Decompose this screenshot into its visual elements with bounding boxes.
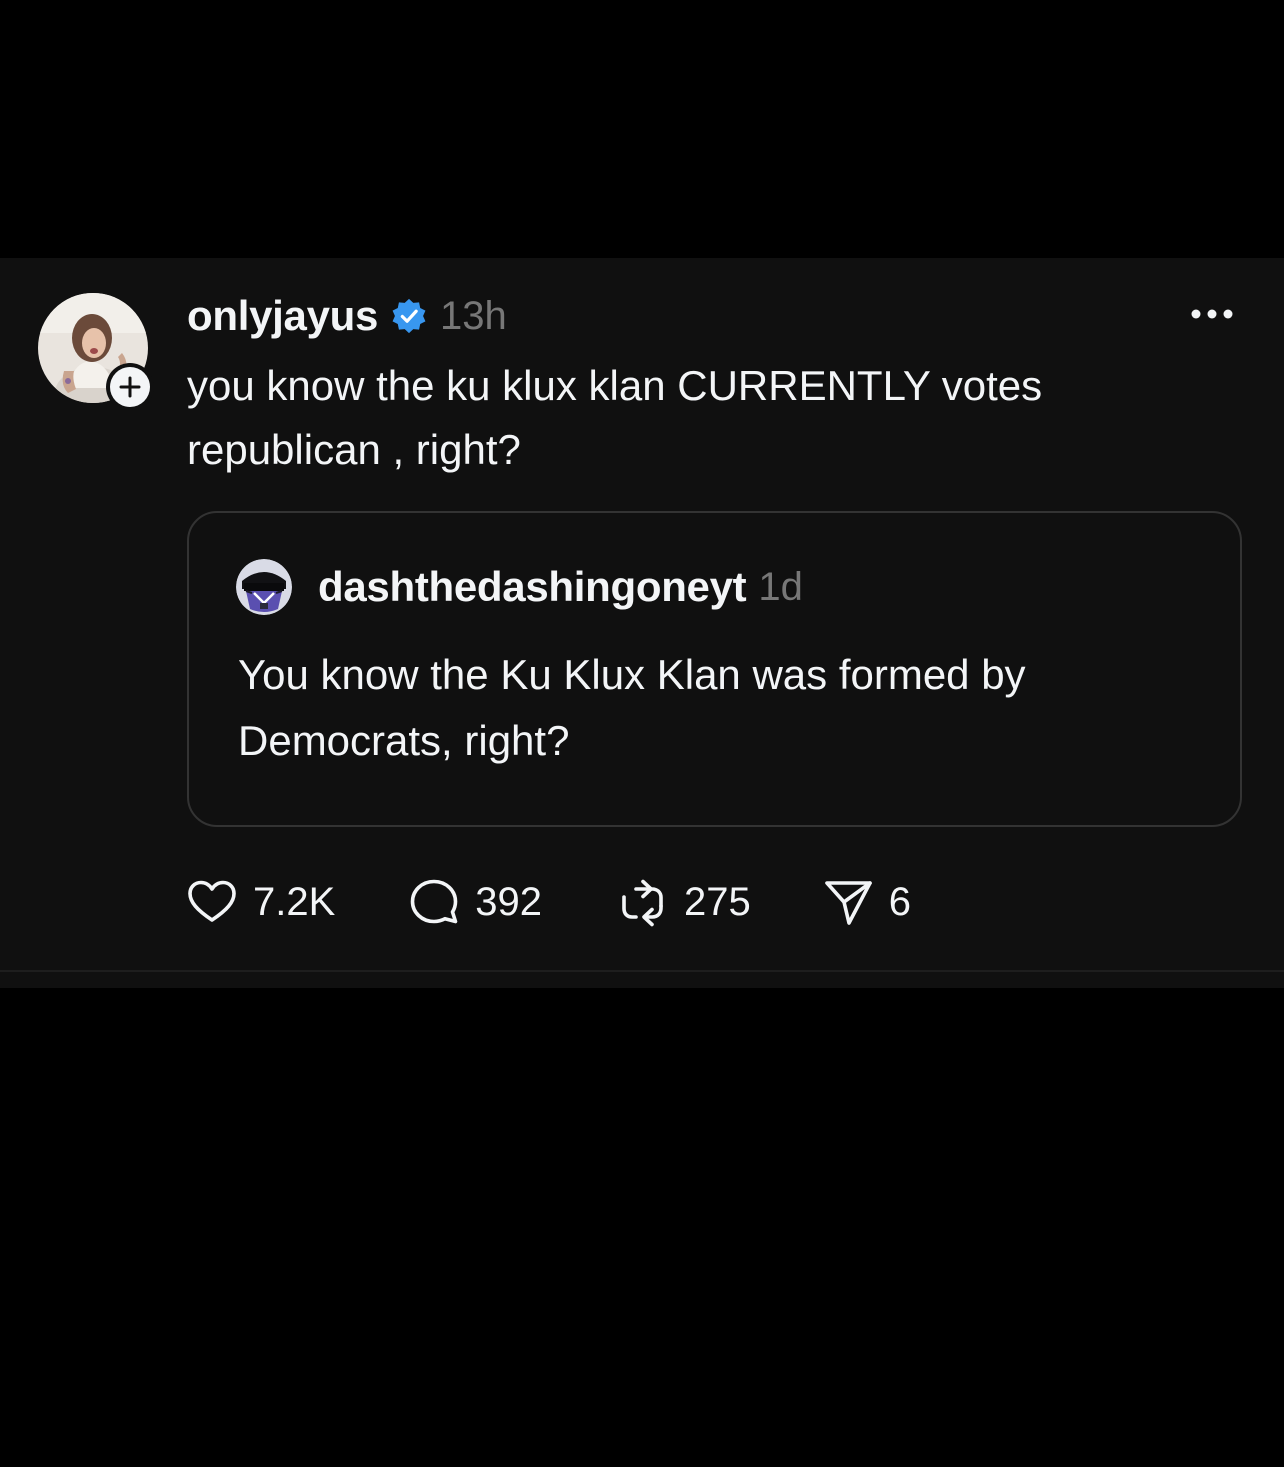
- plus-icon: [119, 376, 141, 398]
- share-button[interactable]: 6: [821, 875, 911, 929]
- quoted-avatar[interactable]: [236, 559, 292, 615]
- verified-badge-icon: [392, 298, 426, 334]
- author-avatar-container[interactable]: [38, 293, 154, 411]
- action-bar: 7.2K 392 275 6: [185, 872, 911, 932]
- repost-icon: [622, 879, 663, 927]
- author-username[interactable]: onlyjayus: [187, 292, 378, 340]
- comment-bubble-icon: [410, 879, 458, 924]
- repost-count: 275: [684, 879, 751, 924]
- post-header: onlyjayus 13h: [187, 286, 507, 346]
- quoted-post-card[interactable]: dashthedashingoneyt 1d You know the Ku K…: [187, 511, 1242, 827]
- more-options-icon[interactable]: [1188, 304, 1236, 324]
- comment-count: 392: [475, 879, 543, 924]
- follow-badge: [110, 367, 150, 407]
- heart-icon: [188, 880, 236, 922]
- quoted-username[interactable]: dashthedashingoneyt: [318, 563, 747, 611]
- send-icon: [824, 881, 872, 925]
- quoted-timestamp: 1d: [758, 564, 803, 609]
- share-count: 6: [888, 879, 912, 924]
- comment-button[interactable]: 392: [407, 875, 542, 929]
- post-body-text: you know the ku klux klan CURRENTLY vote…: [187, 362, 1043, 473]
- post-timestamp: 13h: [440, 293, 507, 338]
- helmet-avatar-icon: [236, 559, 292, 615]
- follow-button[interactable]: [106, 363, 154, 411]
- quoted-body-text: You know the Ku Klux Klan was formed by …: [238, 651, 1026, 764]
- quoted-post-header: dashthedashingoneyt 1d: [318, 557, 803, 617]
- repost-button[interactable]: 275: [616, 875, 751, 929]
- like-count: 7.2K: [253, 879, 336, 924]
- divider: [0, 970, 1284, 972]
- post-card: onlyjayus 13h you know the ku klux klan …: [0, 258, 1284, 988]
- like-button[interactable]: 7.2K: [185, 875, 335, 929]
